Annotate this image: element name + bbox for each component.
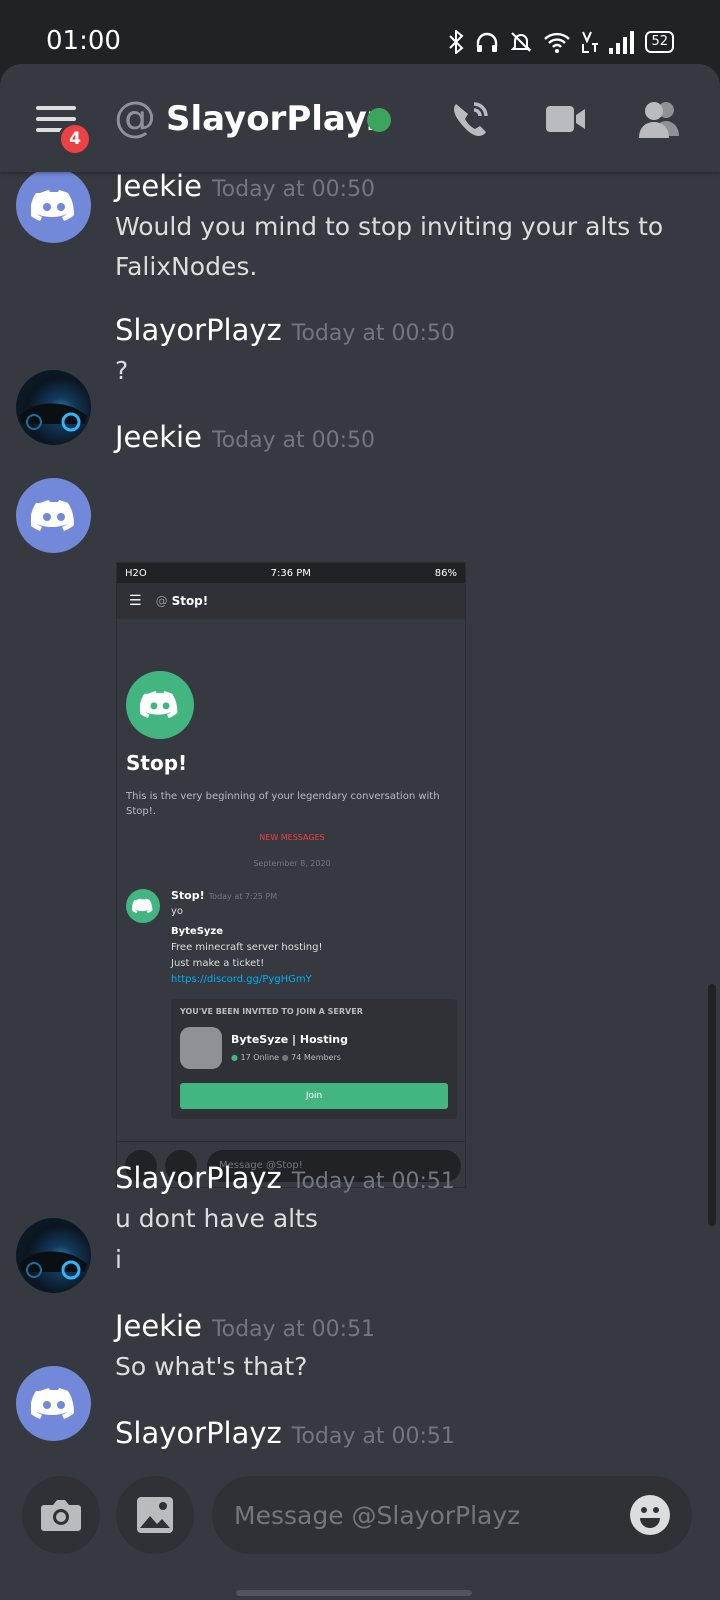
avatar[interactable]	[16, 1218, 91, 1293]
message-timestamp: Today at 00:51	[211, 1317, 376, 1342]
menu-icon	[36, 106, 76, 110]
server-icon	[180, 1027, 222, 1069]
message-author[interactable]: SlayorPlayz Today at 00:50	[115, 313, 455, 347]
app-window: 4 @ SlayorPlayz Jeekie Today at 00:50 Wou…	[0, 64, 720, 1600]
date-divider: September 8, 2020	[253, 859, 331, 868]
gallery-button[interactable]	[116, 1476, 194, 1554]
message-text: i	[115, 1245, 122, 1274]
join-button: Join	[180, 1083, 448, 1109]
message-text: ?	[115, 356, 129, 385]
status-time: 01:00	[46, 26, 121, 56]
avatar	[126, 889, 160, 923]
server-invite-card: YOU'VE BEEN INVITED TO JOIN A SERVER Byt…	[171, 999, 457, 1119]
avatar[interactable]	[16, 370, 91, 445]
car-avatar-image	[20, 1251, 87, 1280]
message-timestamp: Today at 00:50	[211, 428, 376, 453]
attachment-message-author: Stop! Today at 7:25 PM	[171, 889, 278, 902]
discord-logo-icon	[126, 671, 194, 739]
at-icon: @	[155, 594, 168, 608]
discord-logo-icon	[30, 1387, 74, 1419]
bell-off-icon	[511, 32, 532, 52]
avatar[interactable]	[16, 1366, 91, 1441]
voice-call-icon[interactable]	[448, 98, 492, 142]
message-composer	[0, 1458, 720, 1600]
attachment-status-bar: H2O 7:36 PM 86%	[117, 563, 465, 583]
avatar[interactable]	[16, 478, 91, 553]
message-input[interactable]	[234, 1494, 594, 1536]
wifi-icon	[544, 32, 571, 53]
battery-icon: 52	[645, 31, 674, 53]
image-attachment[interactable]: H2O 7:36 PM 86% ☰ @ Stop! Stop! This is …	[116, 562, 466, 1188]
volte-icon	[582, 31, 599, 53]
scrollbar[interactable]	[708, 984, 716, 1226]
message-text: u dont have alts	[115, 1204, 318, 1233]
message-timestamp: Today at 00:51	[291, 1424, 455, 1449]
image-icon	[137, 1497, 173, 1533]
invite-link: https://discord.gg/PygHGmY	[171, 974, 312, 985]
discord-logo-icon	[30, 189, 74, 221]
camera-button[interactable]	[22, 1476, 100, 1554]
message-author[interactable]: Jeekie Today at 00:50	[115, 420, 375, 454]
message-timestamp: Today at 00:51	[291, 1169, 455, 1194]
signal-icon	[609, 31, 635, 54]
message-input-wrapper[interactable]	[212, 1476, 692, 1554]
message-timestamp: Today at 00:50	[211, 177, 376, 202]
channel-header: 4 @ SlayorPlayz	[0, 64, 720, 172]
message-text: So what's that?	[115, 1352, 308, 1381]
headphones-icon	[477, 32, 498, 52]
camera-icon	[41, 1500, 81, 1531]
bluetooth-icon	[449, 30, 464, 54]
car-avatar-image	[20, 403, 87, 432]
message-timestamp: Today at 00:50	[291, 321, 455, 346]
message-author[interactable]: SlayorPlayz Today at 00:51	[115, 1161, 455, 1195]
message-author[interactable]: SlayorPlayz Today at 00:51	[115, 1416, 455, 1450]
emoji-button[interactable]	[630, 1495, 670, 1535]
message-author[interactable]: Jeekie Today at 00:50	[115, 172, 375, 203]
at-icon: @	[114, 92, 156, 141]
online-status-dot	[367, 108, 391, 132]
channel-title: SlayorPlayz	[166, 99, 387, 139]
message-text: FalixNodes.	[115, 252, 258, 281]
smiley-icon	[640, 1507, 660, 1528]
menu-icon: ☰	[129, 593, 142, 609]
discord-logo-icon	[30, 499, 74, 531]
attachment-welcome-title: Stop!	[126, 751, 188, 775]
message-list[interactable]: Jeekie Today at 00:50 Would you mind to s…	[0, 172, 720, 1484]
new-messages-divider: NEW MESSAGES	[259, 833, 325, 842]
message-text: Would you mind to stop inviting your alt…	[115, 212, 664, 241]
status-bar: 01:00 52	[0, 0, 720, 64]
attachment-welcome-text: This is the very beginning of your legen…	[126, 791, 440, 817]
attachment-header: ☰ @ Stop!	[117, 583, 465, 619]
video-call-icon[interactable]	[544, 98, 586, 140]
message-author[interactable]: Jeekie Today at 00:51	[115, 1309, 375, 1343]
gesture-bar	[236, 1590, 472, 1596]
notification-badge: 4	[58, 122, 92, 156]
members-icon[interactable]	[637, 98, 681, 142]
status-icons: 52	[447, 30, 674, 54]
avatar[interactable]	[16, 172, 91, 243]
